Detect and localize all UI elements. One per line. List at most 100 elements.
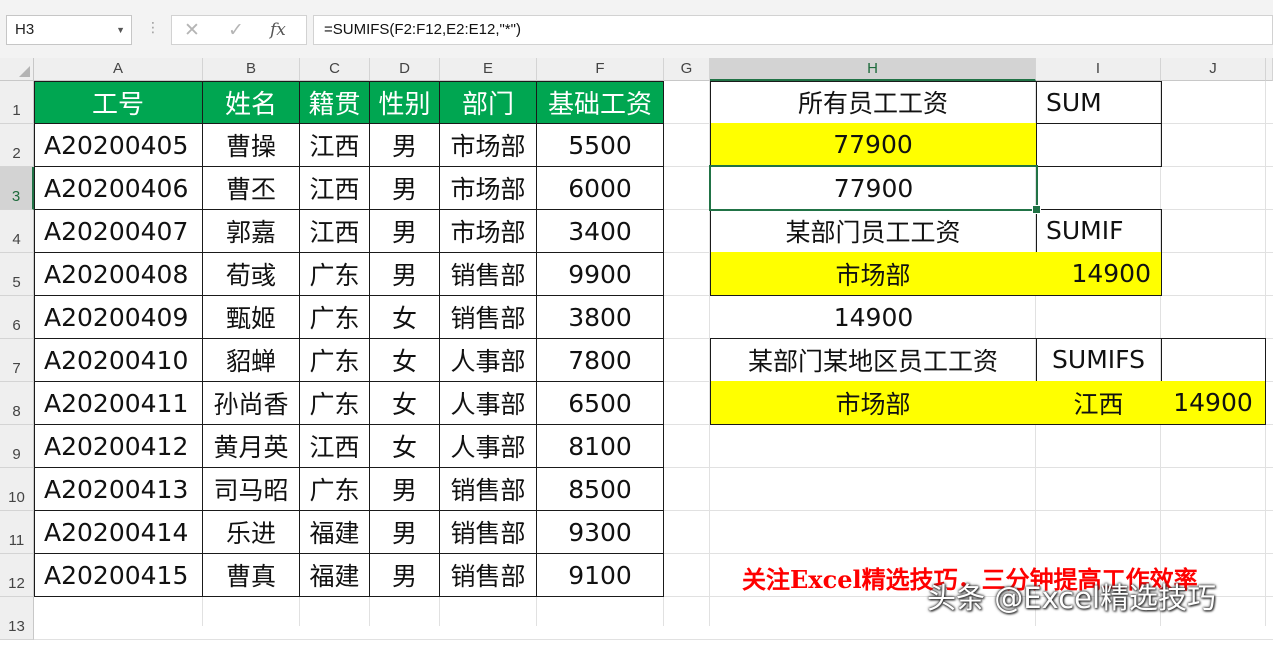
cell-department[interactable]: 销售部 <box>440 554 537 597</box>
column-header-b[interactable]: B <box>203 58 300 81</box>
all-salary-total[interactable]: 77900 <box>710 123 1037 167</box>
dept-region-salary-total[interactable]: 14900 <box>1161 381 1266 425</box>
column-header-g[interactable]: G <box>664 58 710 81</box>
column-header-d[interactable]: D <box>370 58 440 81</box>
cell-base-salary[interactable]: 3400 <box>537 210 664 253</box>
cell-gender[interactable]: 女 <box>370 296 440 339</box>
column-header-c[interactable]: C <box>300 58 370 81</box>
cell-department[interactable]: 销售部 <box>440 253 537 296</box>
cell-department[interactable]: 市场部 <box>440 210 537 253</box>
cell-department[interactable]: 销售部 <box>440 468 537 511</box>
row-header-12[interactable]: 12 <box>0 554 34 597</box>
column-header-j[interactable]: J <box>1161 58 1266 81</box>
cell-base-salary[interactable]: 3800 <box>537 296 664 339</box>
dept-criteria-2[interactable]: 市场部 <box>710 381 1037 425</box>
insert-function-icon[interactable]: fx <box>270 16 286 44</box>
cell-origin[interactable]: 江西 <box>300 210 370 253</box>
cell-base-salary[interactable]: 7800 <box>537 339 664 382</box>
cell-emp-id[interactable]: A20200413 <box>34 468 203 511</box>
cell-base-salary[interactable]: 8100 <box>537 425 664 468</box>
cell-gender[interactable]: 男 <box>370 167 440 210</box>
row-header-13[interactable]: 13 <box>0 597 34 640</box>
chevron-down-icon[interactable]: ▼ <box>116 16 125 44</box>
cell-emp-id[interactable]: A20200407 <box>34 210 203 253</box>
header-base-salary[interactable]: 基础工资 <box>537 81 664 124</box>
cell-gender[interactable]: 女 <box>370 382 440 425</box>
drag-handle-icon[interactable]: ⋮ <box>146 20 160 36</box>
cancel-icon[interactable]: ✕ <box>184 16 200 44</box>
header-name[interactable]: 姓名 <box>203 81 300 124</box>
cell-origin[interactable]: 江西 <box>300 124 370 167</box>
cell-origin[interactable]: 广东 <box>300 468 370 511</box>
select-all-button[interactable] <box>0 58 34 81</box>
cell-emp-id[interactable]: A20200414 <box>34 511 203 554</box>
column-header-k[interactable] <box>1266 58 1273 81</box>
cell-origin[interactable]: 广东 <box>300 296 370 339</box>
empty-summary-cell[interactable] <box>1161 338 1266 382</box>
header-emp-id[interactable]: 工号 <box>34 81 203 124</box>
header-origin[interactable]: 籍贯 <box>300 81 370 124</box>
row-header-7[interactable]: 7 <box>0 339 34 382</box>
sumif-label[interactable]: SUMIF <box>1036 209 1162 253</box>
cell-emp-id[interactable]: A20200409 <box>34 296 203 339</box>
cell-emp-id[interactable]: A20200411 <box>34 382 203 425</box>
cell-department[interactable]: 销售部 <box>440 511 537 554</box>
cell-gender[interactable]: 男 <box>370 210 440 253</box>
cell-name[interactable]: 乐进 <box>203 511 300 554</box>
name-box[interactable]: H3 ▼ <box>6 15 132 45</box>
cell-name[interactable]: 郭嘉 <box>203 210 300 253</box>
row-header-11[interactable]: 11 <box>0 511 34 554</box>
column-header-f[interactable]: F <box>537 58 664 81</box>
column-header-h[interactable]: H <box>710 58 1036 81</box>
cell-base-salary[interactable]: 9300 <box>537 511 664 554</box>
cell-gender[interactable]: 男 <box>370 554 440 597</box>
active-cell-selection[interactable] <box>709 165 1041 214</box>
empty-summary-cell[interactable] <box>1036 123 1162 167</box>
cell-gender[interactable]: 女 <box>370 425 440 468</box>
cell-department[interactable]: 人事部 <box>440 425 537 468</box>
cell-emp-id[interactable]: A20200408 <box>34 253 203 296</box>
cell-name[interactable]: 孙尚香 <box>203 382 300 425</box>
dept-salary-plain-result[interactable]: 14900 <box>710 295 1037 339</box>
cell-base-salary[interactable]: 9900 <box>537 253 664 296</box>
cell-department[interactable]: 销售部 <box>440 296 537 339</box>
cell-name[interactable]: 曹操 <box>203 124 300 167</box>
cell-gender[interactable]: 男 <box>370 124 440 167</box>
cell-emp-id[interactable]: A20200405 <box>34 124 203 167</box>
cell-name[interactable]: 曹真 <box>203 554 300 597</box>
row-header-9[interactable]: 9 <box>0 425 34 468</box>
column-header-e[interactable]: E <box>440 58 537 81</box>
cell-emp-id[interactable]: A20200410 <box>34 339 203 382</box>
row-header-3[interactable]: 3 <box>0 167 34 210</box>
header-gender[interactable]: 性别 <box>370 81 440 124</box>
dept-region-salary-label[interactable]: 某部门某地区员工工资 <box>710 338 1037 382</box>
cell-origin[interactable]: 广东 <box>300 253 370 296</box>
cell-name[interactable]: 甄姬 <box>203 296 300 339</box>
cell-origin[interactable]: 广东 <box>300 339 370 382</box>
cell-gender[interactable]: 男 <box>370 511 440 554</box>
cell-origin[interactable]: 福建 <box>300 554 370 597</box>
column-header-a[interactable]: A <box>34 58 203 81</box>
row-header-1[interactable]: 1 <box>0 81 34 124</box>
all-salary-label[interactable]: 所有员工工资 <box>710 81 1037 124</box>
cell-department[interactable]: 市场部 <box>440 124 537 167</box>
region-criteria[interactable]: 江西 <box>1036 381 1162 425</box>
column-header-i[interactable]: I <box>1036 58 1161 81</box>
sumifs-label[interactable]: SUMIFS <box>1036 338 1162 382</box>
cell-emp-id[interactable]: A20200415 <box>34 554 203 597</box>
enter-icon[interactable]: ✓ <box>228 16 244 44</box>
cell-origin[interactable]: 广东 <box>300 382 370 425</box>
cell-gender[interactable]: 男 <box>370 253 440 296</box>
cell-origin[interactable]: 江西 <box>300 425 370 468</box>
row-header-8[interactable]: 8 <box>0 382 34 425</box>
cell-department[interactable]: 市场部 <box>440 167 537 210</box>
cell-department[interactable]: 人事部 <box>440 339 537 382</box>
cell-origin[interactable]: 福建 <box>300 511 370 554</box>
row-header-2[interactable]: 2 <box>0 124 34 167</box>
cell-name[interactable]: 司马昭 <box>203 468 300 511</box>
cell-base-salary[interactable]: 6000 <box>537 167 664 210</box>
cell-name[interactable]: 曹丕 <box>203 167 300 210</box>
cell-base-salary[interactable]: 6500 <box>537 382 664 425</box>
cell-base-salary[interactable]: 9100 <box>537 554 664 597</box>
row-header-10[interactable]: 10 <box>0 468 34 511</box>
